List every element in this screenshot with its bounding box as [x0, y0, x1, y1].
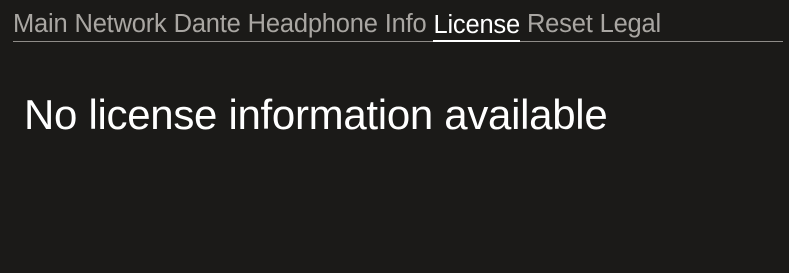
- tab-info[interactable]: Info: [385, 9, 427, 41]
- tab-reset[interactable]: Reset: [527, 9, 593, 41]
- tab-bar: Main Network Dante Headphone Info Licens…: [13, 8, 783, 42]
- tab-main[interactable]: Main: [13, 9, 68, 41]
- tab-network[interactable]: Network: [74, 9, 166, 41]
- license-status-message: No license information available: [24, 91, 608, 138]
- tab-legal[interactable]: Legal: [600, 9, 662, 41]
- license-screen: Main Network Dante Headphone Info Licens…: [0, 0, 789, 273]
- tab-dante[interactable]: Dante: [174, 9, 241, 41]
- tab-headphone[interactable]: Headphone: [248, 9, 378, 41]
- tab-license[interactable]: License: [433, 10, 520, 42]
